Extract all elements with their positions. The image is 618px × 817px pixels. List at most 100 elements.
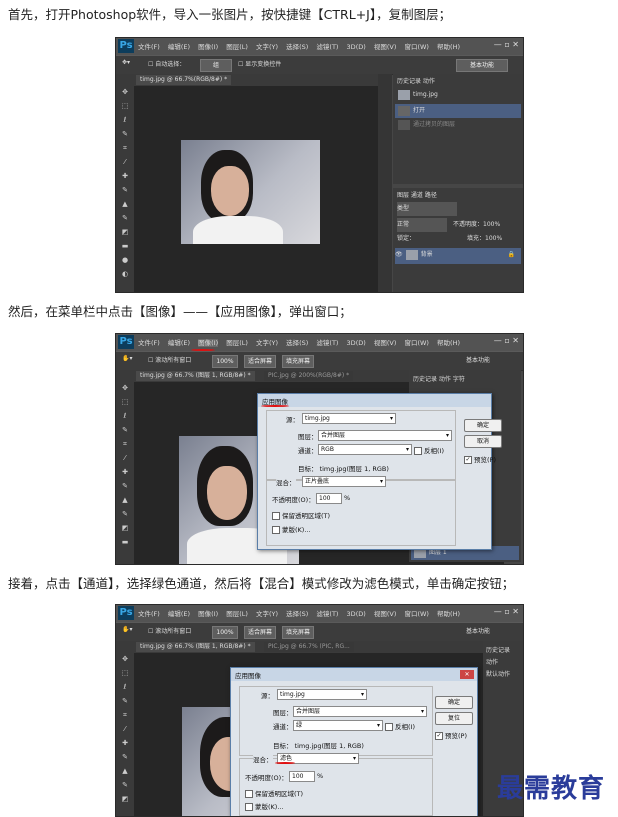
panel-tab-actions[interactable]: 动作 xyxy=(486,657,498,666)
preserve-transparency-checkbox[interactable]: 保留透明区域(T) xyxy=(245,788,303,798)
lasso-tool-icon[interactable]: ℓ xyxy=(120,683,130,691)
brush-tool-icon[interactable]: ✎ xyxy=(120,482,130,490)
stamp-tool-icon[interactable]: ▲ xyxy=(120,496,130,504)
panel-dock-icons[interactable] xyxy=(378,74,392,292)
eyedropper-icon[interactable]: ⁄ xyxy=(120,158,130,166)
blend-select[interactable]: 正片叠底 xyxy=(302,476,386,487)
menu-3d[interactable]: 3D(D) xyxy=(347,43,366,51)
close-icon[interactable]: ✕ xyxy=(460,670,474,679)
marquee-tool-icon[interactable]: ⬚ xyxy=(120,669,130,677)
menu-edit[interactable]: 编辑(E) xyxy=(168,339,190,347)
eraser-tool-icon[interactable]: ◩ xyxy=(120,795,130,803)
layer-row-background[interactable]: 👁 背景 🔒 xyxy=(395,248,521,264)
history-brush-icon[interactable]: ✎ xyxy=(120,510,130,518)
menu-help[interactable]: 帮助(H) xyxy=(437,339,460,347)
menu-layer[interactable]: 图层(L) xyxy=(226,610,248,618)
scroll-all-windows[interactable]: ☐ 滚动所有窗口 xyxy=(148,626,191,635)
invert-checkbox[interactable]: 反相(I) xyxy=(385,721,415,731)
history-item-open[interactable]: 打开 xyxy=(395,104,521,118)
menu-image[interactable]: 图像(I) xyxy=(198,339,219,347)
move-tool-icon[interactable]: ✥ xyxy=(120,88,130,96)
menu-help[interactable]: 帮助(H) xyxy=(437,43,460,51)
preview-checkbox[interactable]: ✓ 预览(P) xyxy=(464,454,496,464)
lasso-tool-icon[interactable]: ℓ xyxy=(120,116,130,124)
document-tab[interactable]: timg.jpg @ 66.7%(RGB/8#) * xyxy=(136,75,232,85)
history-brush-icon[interactable]: ✎ xyxy=(120,781,130,789)
menu-view[interactable]: 视图(V) xyxy=(374,610,397,618)
menu-file[interactable]: 文件(F) xyxy=(138,610,160,618)
lasso-tool-icon[interactable]: ℓ xyxy=(120,412,130,420)
layer-select[interactable]: 合并图层 xyxy=(293,706,427,717)
eraser-tool-icon[interactable]: ◩ xyxy=(120,228,130,236)
healing-brush-icon[interactable]: ✚ xyxy=(120,739,130,747)
reset-button[interactable]: 复位 xyxy=(435,712,473,725)
document-tab-timg[interactable]: timg.jpg @ 66.7% (图层 1, RGB/8#) * xyxy=(136,642,255,652)
layer-fill[interactable]: 填充：100% xyxy=(467,232,502,246)
marquee-tool-icon[interactable]: ⬚ xyxy=(120,398,130,406)
fill-screen-button[interactable]: 填充屏幕 xyxy=(282,626,314,639)
eyedropper-icon[interactable]: ⁄ xyxy=(120,454,130,462)
menu-layer[interactable]: 图层(L) xyxy=(226,339,248,347)
zoom-100-button[interactable]: 100% xyxy=(212,355,238,368)
hand-tool-icon[interactable]: ✋▾ xyxy=(122,355,132,362)
marquee-tool-icon[interactable]: ⬚ xyxy=(120,102,130,110)
layer-blend-mode[interactable]: 正常 xyxy=(397,218,447,232)
channel-select[interactable]: RGB xyxy=(318,444,412,455)
mask-checkbox[interactable]: 蒙版(K)... xyxy=(245,801,284,811)
channel-select[interactable]: 绿 xyxy=(293,720,383,731)
window-controls[interactable]: — ▫ ✕ xyxy=(494,336,519,345)
quick-select-icon[interactable]: ✎ xyxy=(120,130,130,138)
zoom-100-button[interactable]: 100% xyxy=(212,626,238,639)
menu-filter[interactable]: 滤镜(T) xyxy=(316,610,338,618)
move-tool-icon[interactable]: ✥▾ xyxy=(122,59,130,66)
menu-type[interactable]: 文字(Y) xyxy=(256,610,278,618)
menu-3d[interactable]: 3D(D) xyxy=(347,610,366,618)
menu-layer[interactable]: 图层(L) xyxy=(226,43,248,51)
quick-select-icon[interactable]: ✎ xyxy=(120,697,130,705)
brush-tool-icon[interactable]: ✎ xyxy=(120,753,130,761)
layers-panel-tabs[interactable]: 图层 通道 路径 xyxy=(397,190,437,199)
menu-view[interactable]: 视图(V) xyxy=(374,339,397,347)
source-select[interactable]: timg.jpg xyxy=(277,689,367,700)
menu-edit[interactable]: 编辑(E) xyxy=(168,43,190,51)
menu-view[interactable]: 视图(V) xyxy=(374,43,397,51)
menu-type[interactable]: 文字(Y) xyxy=(256,339,278,347)
stamp-tool-icon[interactable]: ▲ xyxy=(120,767,130,775)
window-controls[interactable]: — ▫ ✕ xyxy=(494,40,519,49)
menu-select[interactable]: 选择(S) xyxy=(286,610,308,618)
crop-tool-icon[interactable]: ⌗ xyxy=(120,144,130,152)
move-tool-icon[interactable]: ✥ xyxy=(120,384,130,392)
invert-checkbox[interactable]: 反相(I) xyxy=(414,445,444,455)
ok-button[interactable]: 确定 xyxy=(435,696,473,709)
preserve-transparency-checkbox[interactable]: 保留透明区域(T) xyxy=(272,510,330,520)
menu-edit[interactable]: 编辑(E) xyxy=(168,610,190,618)
fit-screen-button[interactable]: 适合屏幕 xyxy=(244,626,276,639)
document-tab-timg[interactable]: timg.jpg @ 66.7% (图层 1, RGB/8#) * xyxy=(136,371,255,381)
menu-filter[interactable]: 滤镜(T) xyxy=(316,339,338,347)
layer-opacity[interactable]: 不透明度：100% xyxy=(453,218,500,232)
menu-filter[interactable]: 滤镜(T) xyxy=(316,43,338,51)
workspace-select[interactable]: 基本功能 xyxy=(456,59,508,72)
layer-kind-filter[interactable]: 类型 xyxy=(397,202,457,216)
history-brush-icon[interactable]: ✎ xyxy=(120,214,130,222)
hand-tool-icon[interactable]: ✋▾ xyxy=(122,626,132,633)
source-select[interactable]: timg.jpg xyxy=(302,413,396,424)
blur-tool-icon[interactable]: ● xyxy=(120,256,130,264)
stamp-tool-icon[interactable]: ▲ xyxy=(120,200,130,208)
default-actions[interactable]: 默认动作 xyxy=(486,669,510,678)
fill-screen-button[interactable]: 填充屏幕 xyxy=(282,355,314,368)
crop-tool-icon[interactable]: ⌗ xyxy=(120,440,130,448)
move-tool-icon[interactable]: ✥ xyxy=(120,655,130,663)
eye-icon[interactable]: 👁 xyxy=(395,251,403,258)
history-snapshot[interactable]: timg.jpg xyxy=(395,88,521,102)
menu-file[interactable]: 文件(F) xyxy=(138,339,160,347)
mask-checkbox[interactable]: 蒙版(K)... xyxy=(272,524,311,534)
menu-type[interactable]: 文字(Y) xyxy=(256,43,278,51)
auto-select-type[interactable]: 组 xyxy=(200,59,232,72)
fit-screen-button[interactable]: 适合屏幕 xyxy=(244,355,276,368)
menu-select[interactable]: 选择(S) xyxy=(286,43,308,51)
quick-select-icon[interactable]: ✎ xyxy=(120,426,130,434)
menu-window[interactable]: 窗口(W) xyxy=(404,610,429,618)
gradient-tool-icon[interactable]: ▬ xyxy=(120,538,130,546)
history-panel-tabs[interactable]: 历史记录 动作 xyxy=(397,76,435,85)
